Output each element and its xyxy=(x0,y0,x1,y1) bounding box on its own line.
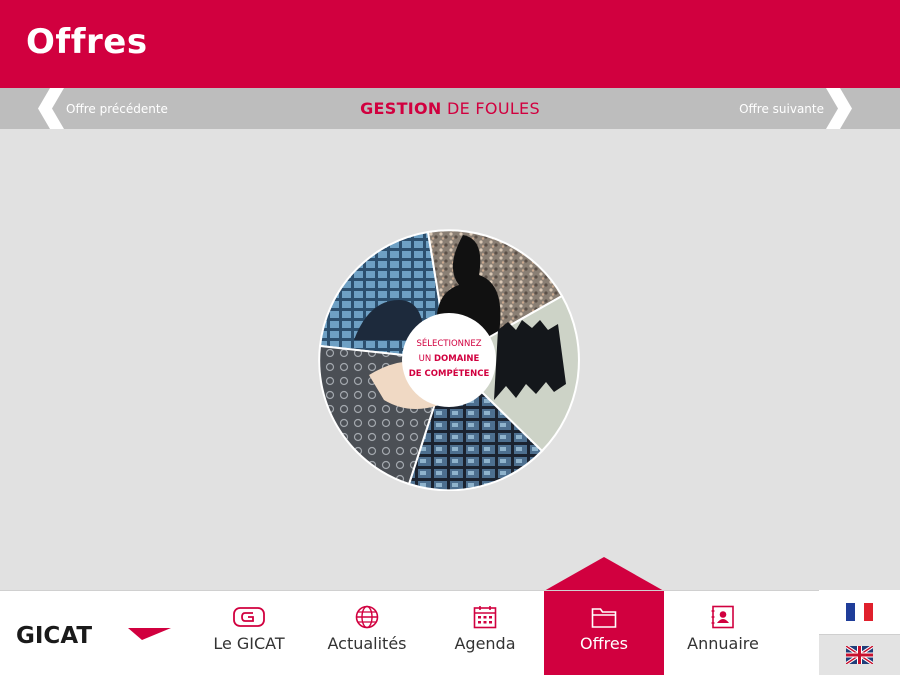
competence-wheel: SÉLECTIONNEZ UN DOMAINE DE COMPÉTENCE xyxy=(318,229,580,491)
language-french[interactable] xyxy=(819,590,900,634)
nav-label-le-gicat: Le GICAT xyxy=(213,634,285,653)
nav-annuaire[interactable]: Annuaire xyxy=(664,591,782,675)
nav-le-gicat[interactable]: Le GICAT xyxy=(190,591,308,675)
wheel-center-line2: UN DOMAINE xyxy=(419,354,480,364)
gicat-logo-icon xyxy=(233,607,265,627)
nav-label-annuaire: Annuaire xyxy=(687,634,759,653)
header-bar: Offres xyxy=(0,0,900,88)
gicat-logo-text: GICAT xyxy=(16,624,92,646)
nav-label-actualites: Actualités xyxy=(327,634,407,653)
nav-agenda[interactable]: Agenda xyxy=(426,591,544,675)
nav-label-offres: Offres xyxy=(579,634,629,653)
page-title: Offres xyxy=(26,22,148,62)
wheel-center-line2a: UN xyxy=(419,354,434,364)
nav-label-agenda: Agenda xyxy=(454,634,516,653)
wheel-center-line2b: DOMAINE xyxy=(434,354,480,364)
nav-actualites[interactable]: Actualités xyxy=(308,591,426,675)
offer-title-rest: DE FOULES xyxy=(441,99,540,118)
offer-title-bold: GESTION xyxy=(360,99,442,118)
contact-book-icon xyxy=(711,605,734,629)
main-content: SÉLECTIONNEZ UN DOMAINE DE COMPÉTENCE xyxy=(0,129,900,590)
language-english[interactable] xyxy=(819,634,900,675)
nav-offres[interactable]: Offres xyxy=(544,591,664,675)
bottom-navigation: GICAT Le GICAT Actualités Agenda Offres … xyxy=(0,590,900,675)
globe-icon xyxy=(355,605,379,629)
folder-icon xyxy=(591,608,617,628)
active-tab-peak xyxy=(544,557,664,591)
wheel-center-line1: SÉLECTIONNEZ xyxy=(416,337,481,349)
wheel-center-line3: DE COMPÉTENCE xyxy=(409,367,490,379)
gicat-logo[interactable]: GICAT xyxy=(16,624,171,646)
uk-flag-icon xyxy=(846,646,873,664)
offer-navigation-bar: Offre précédente GESTION DE FOULES Offre… xyxy=(0,88,900,129)
calendar-icon xyxy=(473,606,497,629)
next-offer-label: Offre suivante xyxy=(739,101,824,116)
next-offer-link[interactable]: Offre suivante xyxy=(739,88,852,129)
french-flag-icon xyxy=(846,603,873,621)
chevron-right-icon xyxy=(826,88,852,129)
